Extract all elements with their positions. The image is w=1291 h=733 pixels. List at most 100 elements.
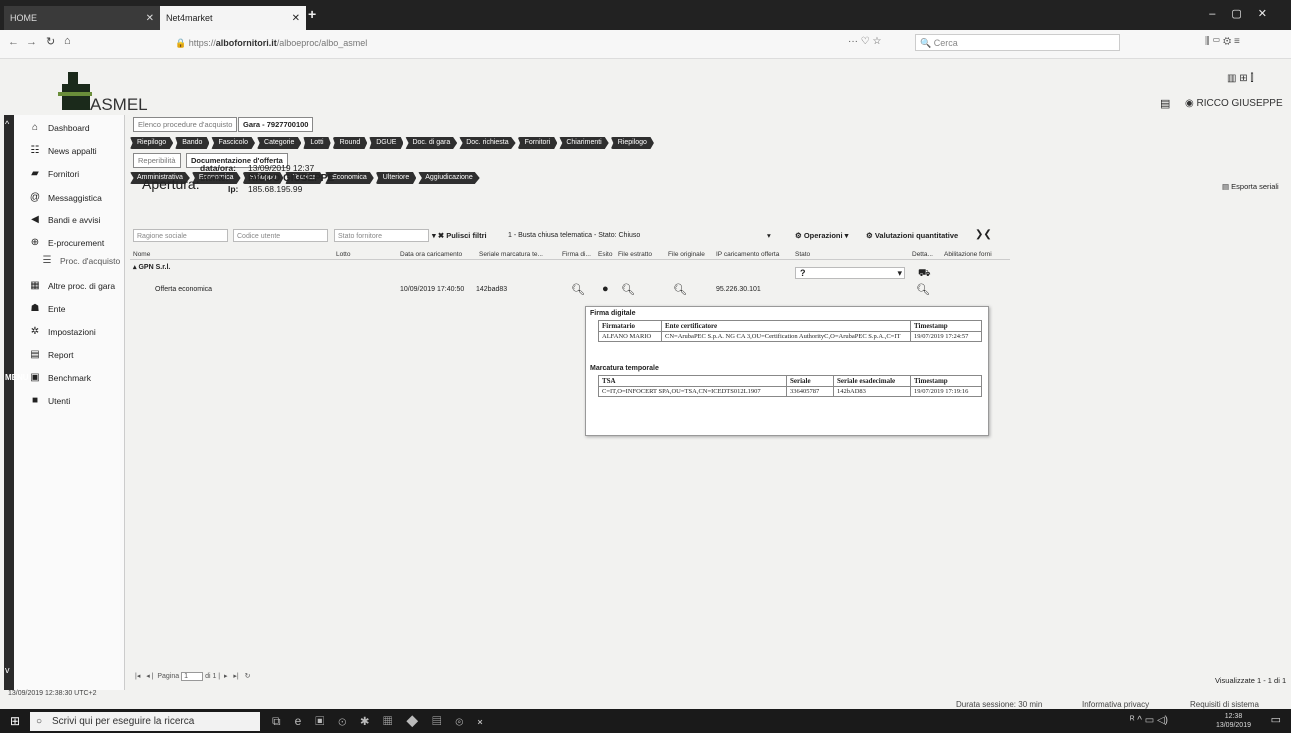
pulisci-filtri-button[interactable]: ▾ ✖ Pulisci filtri xyxy=(432,231,487,240)
sidebar-item-label: Altre proc. di gara xyxy=(48,280,116,291)
page-label: Pagina xyxy=(157,673,180,680)
sidebar-item-bandi[interactable]: ◀ Bandi e avvisi xyxy=(28,214,100,225)
chevron-down-icon[interactable]: v xyxy=(5,665,10,675)
sidebar-item-report[interactable]: ▤ Report xyxy=(28,349,73,360)
first-page-icon[interactable]: |◂ xyxy=(135,673,140,680)
windows-start-icon[interactable]: ⊞ xyxy=(10,714,20,728)
ragione-sociale-filter[interactable]: Ragione sociale xyxy=(133,229,228,242)
tab-aggiudicazione[interactable]: Aggiudicazione xyxy=(418,172,480,184)
estratto-search-icon[interactable]: 🔍︎ xyxy=(621,283,635,296)
close-icon[interactable]: ✕ xyxy=(292,13,300,24)
tab-round[interactable]: Round xyxy=(332,137,368,149)
chart-icon: ▤ xyxy=(30,349,40,360)
col-stato[interactable]: Stato xyxy=(795,251,810,258)
page-actions-icon[interactable]: ··· ♡ ☆ xyxy=(848,36,881,47)
tab-home[interactable]: HOME ✕ xyxy=(4,6,160,30)
tab-fornitori[interactable]: Fornitori xyxy=(517,137,558,149)
col-abilitazione[interactable]: Abilitazione forni xyxy=(944,251,992,258)
col-esito[interactable]: Esito xyxy=(598,251,612,258)
originale-search-icon[interactable]: 🔍︎ xyxy=(673,283,687,296)
col-seriale[interactable]: Seriale marcatura te... xyxy=(479,251,543,258)
tab-doc-richiesta[interactable]: Doc. richiesta xyxy=(459,137,516,149)
close-icon[interactable]: ✕ xyxy=(146,13,154,24)
sidebar-item-news[interactable]: ☷ News appalti xyxy=(28,145,97,156)
home-icon[interactable]: ⌂ xyxy=(64,35,71,47)
firma-search-icon[interactable]: 🔍︎ xyxy=(571,283,585,296)
tab-ulteriore[interactable]: Ulteriore xyxy=(375,172,417,184)
dettaglio-search-icon[interactable]: 🔍︎ xyxy=(916,283,930,296)
stato-select[interactable]: ? ▾ xyxy=(795,267,905,279)
tab-categorie[interactable]: Categorie xyxy=(257,137,302,149)
tab-reperibilita[interactable]: Reperibilità xyxy=(133,153,181,168)
chevron-up-icon[interactable]: ^ xyxy=(5,119,9,129)
row-ip: 95.226.30.101 xyxy=(716,286,761,293)
sidebar-item-altre-proc[interactable]: ▦ Altre proc. di gara xyxy=(28,280,115,291)
refresh-icon[interactable]: ↻ xyxy=(245,673,251,680)
ip-value: 185.68.195.99 xyxy=(248,184,303,194)
col-data[interactable]: Data ora caricamento xyxy=(400,251,462,258)
system-tray-icon[interactable]: ᴿ ^ ▭ ◁) xyxy=(1130,715,1168,726)
sidebar-item-benchmark[interactable]: ▣ Benchmark xyxy=(28,372,91,383)
notifications-icon[interactable]: ▭ xyxy=(1271,713,1281,726)
layout-icon[interactable]: ▥ ⊞ ⫿ xyxy=(1227,73,1254,84)
col-nome[interactable]: Nome xyxy=(133,251,150,258)
tab-net4market[interactable]: Net4market ✕ xyxy=(160,6,306,30)
col-dettaglio[interactable]: Detta... xyxy=(912,251,933,258)
tab-bando[interactable]: Bando xyxy=(175,137,210,149)
busta-select[interactable]: 1 - Busta chiusa telematica - Stato: Chi… xyxy=(505,229,765,242)
breadcrumb-gara[interactable]: Gara - 7927700100 xyxy=(238,117,314,132)
sidebar-item-proc-acquisto[interactable]: ☰ Proc. d'acquisto xyxy=(40,255,121,266)
codice-utente-filter[interactable]: Codice utente xyxy=(233,229,328,242)
next-page-icon[interactable]: ▸ xyxy=(224,673,228,680)
sidebar-item-eprocurement[interactable]: ⊕ E-procurement xyxy=(28,237,104,248)
operazioni-button[interactable]: ⚙ Operazioni ▾ xyxy=(795,231,848,240)
menu-toggle[interactable]: ^ MENU v xyxy=(4,115,29,690)
stato-fornitore-filter[interactable]: Stato fornitore xyxy=(334,229,429,242)
back-icon[interactable]: ← xyxy=(8,36,19,48)
reload-icon[interactable]: ↻ xyxy=(46,35,55,48)
forward-icon[interactable]: → xyxy=(26,36,37,48)
expand-collapse-icon[interactable]: ❯❮ xyxy=(975,229,992,240)
privacy-link[interactable]: Informativa privacy xyxy=(1082,700,1149,709)
sidebar-item-messaggistica[interactable]: @ Messaggistica xyxy=(28,192,102,203)
notes-icon[interactable]: ▤ xyxy=(1160,97,1170,110)
col-file-estratto[interactable]: File estratto xyxy=(618,251,652,258)
new-tab-icon[interactable]: + xyxy=(308,6,316,22)
col-file-originale[interactable]: File originale xyxy=(668,251,705,258)
sidebar-item-ente[interactable]: ☗ Ente xyxy=(28,303,66,314)
sidebar-item-impostazioni[interactable]: ✲ Impostazioni xyxy=(28,326,96,337)
browser-search-input[interactable]: 🔍 Cerca xyxy=(915,34,1120,51)
sidebar-item-fornitori[interactable]: ▰ Fornitori xyxy=(28,168,79,179)
col-firma[interactable]: Firma di... xyxy=(562,251,591,258)
tab-riepilogo-2[interactable]: Riepilogo xyxy=(610,137,654,149)
group-row[interactable]: ▴ GPN S.r.l. xyxy=(133,263,170,271)
tab-doc-gara[interactable]: Doc. di gara xyxy=(405,137,458,149)
window-controls[interactable]: –▢✕ xyxy=(1209,7,1283,20)
last-page-icon[interactable]: ▸| xyxy=(233,673,238,680)
address-bar[interactable]: 🔒 https://albofornitori.it/alboeproc/alb… xyxy=(175,35,775,51)
prev-page-icon[interactable]: ◂ xyxy=(146,673,150,680)
tab-chiarimenti[interactable]: Chiarimenti xyxy=(559,137,609,149)
abilita-icon[interactable]: ⛟ xyxy=(918,268,931,281)
sidebar-item-utenti[interactable]: ■ Utenti xyxy=(28,395,70,406)
busta-dropdown-icon[interactable]: ▾ xyxy=(767,231,771,240)
tab-riepilogo[interactable]: Riepilogo xyxy=(130,137,174,149)
tab-fascicolo[interactable]: Fascicolo xyxy=(211,137,256,149)
requisiti-link[interactable]: Requisiti di sistema xyxy=(1190,700,1259,709)
ip-label: Ip: xyxy=(228,184,239,194)
tab-lotti[interactable]: Lotti xyxy=(303,137,331,149)
tab-dgue[interactable]: DGUE xyxy=(369,137,404,149)
breadcrumb-procedure[interactable]: Elenco procedure d'acquisto xyxy=(133,117,238,132)
page-input[interactable]: 1 xyxy=(181,672,204,681)
col-lotto[interactable]: Lotto xyxy=(336,251,350,258)
user-menu[interactable]: ◉ RICCO GIUSEPPE xyxy=(1185,98,1283,109)
taskbar-search-input[interactable]: ○ Scrivi qui per eseguire la ricerca xyxy=(30,712,260,731)
export-button[interactable]: ▤ Esporta seriali xyxy=(1222,182,1279,191)
valutazioni-button[interactable]: ⚙ Valutazioni quantitative xyxy=(866,231,958,240)
sidebar-item-dashboard[interactable]: ⌂ Dashboard xyxy=(28,122,90,133)
tab-net4market-label: Net4market xyxy=(166,13,213,23)
taskbar-apps-icon[interactable]: ⧉e▣⊙✱▦◆▤⊚⨯ xyxy=(272,714,497,729)
col-ip[interactable]: IP caricamento offerta xyxy=(716,251,779,258)
library-icon[interactable]: ⫼ ▭ ⚙ ≡ xyxy=(1205,36,1240,47)
taskbar-clock[interactable]: 12:38 13/09/2019 xyxy=(1216,712,1251,730)
